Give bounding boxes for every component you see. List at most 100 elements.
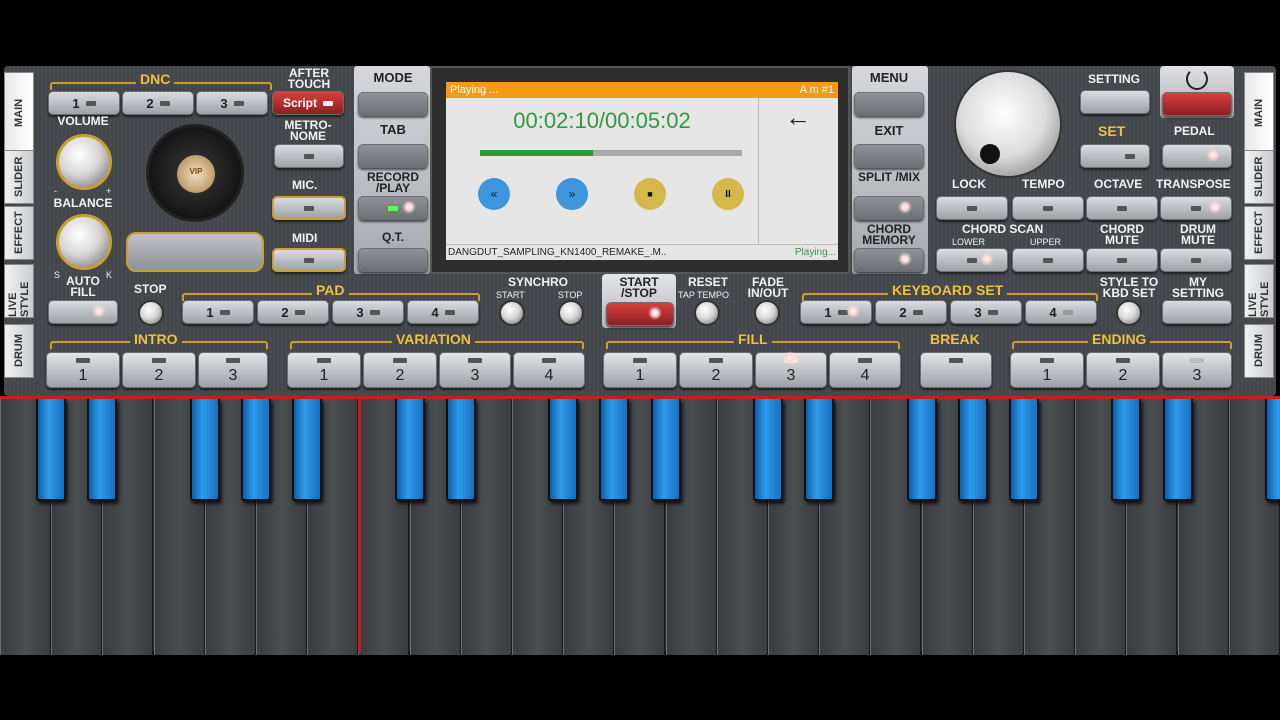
mode-button[interactable] (358, 92, 428, 116)
pad-button-2[interactable]: 2 (257, 300, 329, 324)
black-key[interactable] (650, 399, 681, 501)
menu-button[interactable] (854, 92, 924, 116)
intro-button-2[interactable]: 2 (122, 352, 196, 388)
script-button[interactable]: Script (272, 91, 344, 115)
tab-live-style-left[interactable]: LIVE STYLE (4, 264, 34, 318)
qt-button[interactable] (358, 248, 428, 272)
tab-button[interactable] (358, 144, 428, 168)
black-key[interactable] (1162, 399, 1193, 501)
fill-button-3[interactable]: 3 (755, 352, 827, 388)
progress-bar[interactable] (480, 150, 742, 156)
black-key[interactable] (599, 399, 630, 501)
drum-mute-button[interactable] (1160, 248, 1232, 272)
octave-button[interactable] (1086, 196, 1158, 220)
chord-memory-button[interactable] (854, 248, 924, 272)
fade-knob[interactable] (754, 300, 780, 326)
back-arrow-icon[interactable]: ← (785, 102, 811, 133)
dnc-button-2[interactable]: 2 (122, 91, 194, 115)
stop-button[interactable]: ■ (634, 178, 666, 210)
break-button[interactable] (920, 352, 992, 388)
vip-disc[interactable]: VIP (146, 124, 244, 222)
sync-start-knob[interactable] (499, 300, 525, 326)
stop-knob[interactable] (138, 300, 164, 326)
tab-live-style-right[interactable]: LIVE STYLE (1244, 264, 1274, 318)
tab-slider-right[interactable]: SLIDER (1244, 150, 1274, 204)
chord-mute-button[interactable] (1086, 248, 1158, 272)
keyboard-set-button-4[interactable]: 4 (1025, 300, 1097, 324)
black-key[interactable] (753, 399, 783, 501)
midi-button[interactable] (272, 248, 346, 272)
black-key[interactable] (241, 399, 271, 501)
black-key[interactable] (87, 399, 118, 501)
black-key[interactable] (548, 399, 579, 501)
sync-stop-knob[interactable] (558, 300, 584, 326)
record-play-button[interactable] (358, 196, 428, 220)
fill-button-4[interactable]: 4 (829, 352, 901, 388)
tab-effect-right[interactable]: EFFECT (1244, 206, 1274, 260)
pad-button-4[interactable]: 4 (407, 300, 479, 324)
keyboard-set-button-1[interactable]: 1 (800, 300, 872, 324)
chord-scan-lower-button[interactable] (936, 248, 1008, 272)
data-dial[interactable] (954, 70, 1062, 178)
dnc-button-1[interactable]: 1 (48, 91, 120, 115)
black-key[interactable] (394, 399, 425, 501)
fill-button-1[interactable]: 1 (603, 352, 677, 388)
tempo-button[interactable] (1012, 196, 1084, 220)
keyboard-set-button-3[interactable]: 3 (950, 300, 1022, 324)
tab-main-right[interactable]: MAIN (1244, 72, 1274, 154)
variation-button-4[interactable]: 4 (513, 352, 585, 388)
transpose-button[interactable] (1160, 196, 1232, 220)
ending-button-3[interactable]: 3 (1162, 352, 1232, 388)
keyboard-set-button-2[interactable]: 2 (875, 300, 947, 324)
tab-effect-left[interactable]: EFFECT (4, 206, 34, 260)
tab-drum-right[interactable]: DRUM (1244, 324, 1274, 378)
black-key[interactable] (189, 399, 220, 501)
reset-knob[interactable] (694, 300, 720, 326)
rewind-button[interactable]: « (478, 178, 510, 210)
pause-button[interactable]: II (712, 178, 744, 210)
dnc-button-3[interactable]: 3 (196, 91, 268, 115)
style-to-kbd-knob[interactable] (1116, 300, 1142, 326)
black-key[interactable] (906, 399, 937, 501)
fill-button-2[interactable]: 2 (679, 352, 753, 388)
variation-button-3[interactable]: 3 (439, 352, 511, 388)
tab-slider-left[interactable]: SLIDER (4, 150, 34, 204)
pedal-button[interactable] (1162, 144, 1232, 168)
power-icon[interactable] (1186, 68, 1208, 90)
lock-button[interactable] (936, 196, 1008, 220)
black-key[interactable] (36, 399, 67, 501)
exit-button[interactable] (854, 144, 924, 168)
black-key[interactable] (445, 399, 476, 501)
start-stop-button[interactable] (606, 302, 674, 326)
intro-button-3[interactable]: 3 (198, 352, 268, 388)
auto-fill-button[interactable] (48, 300, 118, 324)
pad-button-1[interactable]: 1 (182, 300, 254, 324)
black-key[interactable] (957, 399, 988, 501)
power-button[interactable] (1162, 92, 1232, 116)
ending-button-2[interactable]: 2 (1086, 352, 1160, 388)
tab-drum-left[interactable]: DRUM (4, 324, 34, 378)
ending-button-1[interactable]: 1 (1010, 352, 1084, 388)
volume-knob[interactable] (56, 134, 112, 190)
variation-button-2[interactable]: 2 (363, 352, 437, 388)
intro-button-1[interactable]: 1 (46, 352, 120, 388)
chord-scan-upper-button[interactable] (1012, 248, 1084, 272)
setting-button[interactable] (1080, 90, 1150, 114)
split-point-marker[interactable] (358, 396, 361, 652)
balance-knob[interactable] (56, 214, 112, 270)
black-key[interactable] (292, 399, 323, 501)
pad-button-3[interactable]: 3 (332, 300, 404, 324)
black-key[interactable] (1265, 399, 1280, 501)
fast-forward-button[interactable]: » (556, 178, 588, 210)
variation-button-1[interactable]: 1 (287, 352, 361, 388)
display-slot[interactable] (126, 232, 264, 272)
black-key[interactable] (1009, 399, 1039, 501)
my-setting-button[interactable] (1162, 300, 1232, 324)
tab-main-left[interactable]: MAIN (4, 72, 34, 154)
split-mix-button[interactable] (854, 196, 924, 220)
black-key[interactable] (1111, 399, 1142, 501)
set-button[interactable] (1080, 144, 1150, 168)
metronome-button[interactable] (274, 144, 344, 168)
black-key[interactable] (804, 399, 835, 501)
mic-button[interactable] (272, 196, 346, 220)
